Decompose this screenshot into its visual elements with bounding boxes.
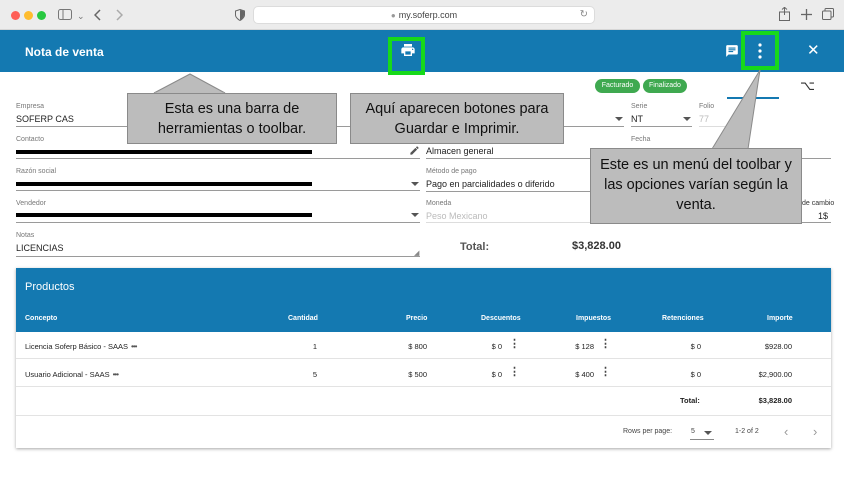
menu-callout-pointer [711, 69, 761, 150]
annotation-pointers [153, 69, 761, 150]
menu-callout: Este es un menú del toolbar y las opcion… [590, 148, 802, 224]
toolbar-callout: Esta es una barra de herramientas o tool… [127, 93, 337, 144]
toolbar-callout-pointer [153, 73, 226, 94]
buttons-callout: Aquí aparecen botones para Guardar e Imp… [350, 93, 564, 144]
